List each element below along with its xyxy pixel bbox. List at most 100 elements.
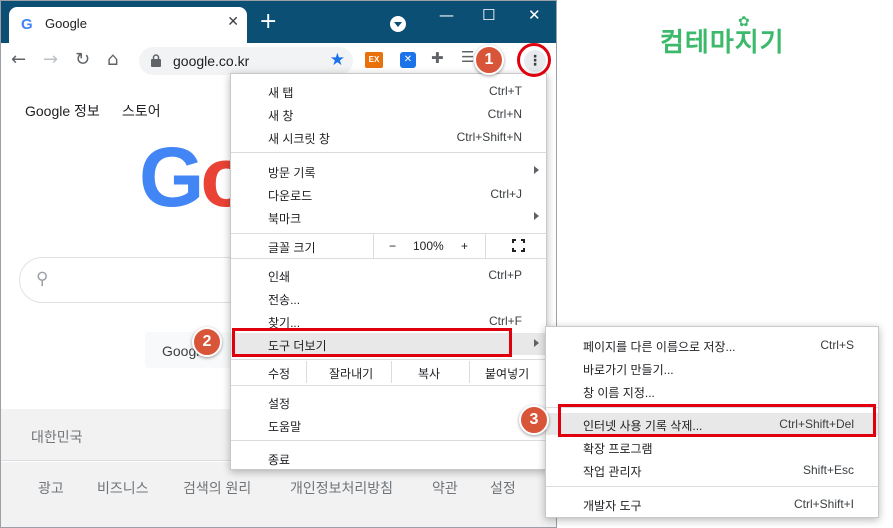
home-icon[interactable]: ⌂: [107, 49, 118, 70]
submenu-item-dev-tools[interactable]: 개발자 도구 Ctrl+Shift+I: [546, 493, 878, 515]
menu-shortcut: Ctrl+T: [489, 84, 522, 98]
menu-shortcut: Ctrl+N: [487, 107, 522, 121]
menu-label: 새 탭: [268, 86, 294, 100]
copy-button[interactable]: 복사: [418, 365, 440, 382]
maximize-button[interactable]: ☐: [482, 6, 495, 24]
extensions-puzzle-icon[interactable]: ✚: [431, 49, 444, 67]
menu-zoom-row: 글꼴 크기 − 100% +: [231, 234, 546, 258]
reload-icon[interactable]: ↻: [75, 49, 90, 70]
paste-button[interactable]: 붙여넣기: [485, 365, 529, 382]
submenu-arrow-icon: [534, 339, 539, 347]
menu-label: 새 창: [268, 109, 294, 123]
extension-ex-icon[interactable]: EX: [365, 52, 383, 68]
new-tab-button[interactable]: +: [259, 11, 277, 33]
kebab-highlight-circle: [517, 43, 551, 77]
cut-button[interactable]: 잘라내기: [329, 365, 373, 382]
menu-label: 작업 관리자: [583, 465, 642, 479]
menu-item-help[interactable]: 도움말: [231, 414, 546, 436]
footer-link-how-search-works[interactable]: 검색의 원리: [183, 478, 251, 498]
zoom-in-button[interactable]: +: [461, 239, 468, 253]
chrome-main-menu: 새 탭 Ctrl+T 새 창 Ctrl+N 새 시크릿 창 Ctrl+Shift…: [230, 73, 547, 470]
url-text: google.co.kr: [173, 53, 250, 69]
menu-label: 창 이름 지정...: [583, 386, 655, 400]
menu-item-new-window[interactable]: 새 창 Ctrl+N: [231, 103, 546, 125]
submenu-item-extensions[interactable]: 확장 프로그램: [546, 436, 878, 458]
watermark-logo: 컴테마지기 ✿: [660, 14, 785, 59]
country-label: 대한민국: [31, 429, 83, 445]
zoom-level: 100%: [413, 239, 444, 253]
edit-divider: [306, 361, 307, 383]
google-favicon-icon: G: [21, 16, 33, 33]
step-2-badge: 2: [192, 327, 222, 357]
store-link[interactable]: 스토어: [122, 101, 161, 121]
menu-label: 바로가기 만들기...: [583, 363, 674, 377]
menu-item-settings[interactable]: 설정: [231, 391, 546, 413]
menu-separator: [231, 152, 546, 153]
menu-label: 종료: [268, 453, 291, 467]
submenu-item-save-page[interactable]: 페이지를 다른 이름으로 저장... Ctrl+S: [546, 334, 878, 356]
footer-link-ads[interactable]: 광고: [38, 478, 64, 498]
minimize-button[interactable]: —: [439, 6, 454, 24]
step-1-badge: 1: [474, 45, 504, 75]
footer-link-settings[interactable]: 설정: [490, 478, 516, 498]
menu-item-exit[interactable]: 종료: [231, 447, 546, 469]
more-tools-highlight-box: [232, 328, 512, 357]
fullscreen-icon[interactable]: [512, 239, 525, 252]
extension-x-icon[interactable]: ✕: [400, 52, 416, 68]
zoom-divider: [485, 234, 486, 258]
submenu-item-create-shortcut[interactable]: 바로가기 만들기...: [546, 357, 878, 379]
tab-close-icon[interactable]: ✕: [227, 14, 239, 30]
reading-list-icon[interactable]: ☰: [461, 48, 474, 66]
submenu-item-task-manager[interactable]: 작업 관리자 Shift+Esc: [546, 459, 878, 481]
menu-item-new-tab[interactable]: 새 탭 Ctrl+T: [231, 80, 546, 102]
menu-label: 전송...: [268, 293, 301, 307]
about-google-link[interactable]: Google 정보: [25, 101, 100, 121]
tab-google[interactable]: G Google ✕: [9, 7, 247, 43]
menu-item-downloads[interactable]: 다운로드 Ctrl+J: [231, 183, 546, 205]
menu-label: 인쇄: [268, 270, 291, 284]
menu-separator: [546, 486, 878, 487]
submenu-item-name-window[interactable]: 창 이름 지정...: [546, 380, 878, 402]
menu-label: 개발자 도구: [583, 499, 642, 513]
menu-item-cast[interactable]: 전송...: [231, 287, 546, 309]
address-bar[interactable]: google.co.kr ★: [139, 47, 353, 75]
menu-label: 방문 기록: [268, 166, 316, 180]
search-icon: ⚲: [36, 269, 49, 289]
back-arrow-icon[interactable]: ←: [11, 49, 26, 70]
tab-search-icon[interactable]: [390, 16, 406, 32]
menu-item-new-incognito[interactable]: 새 시크릿 창 Ctrl+Shift+N: [231, 126, 546, 148]
footer-link-business[interactable]: 비즈니스: [97, 478, 149, 498]
edit-divider: [469, 361, 470, 383]
menu-label: 도움말: [268, 420, 302, 434]
submenu-arrow-icon: [534, 212, 539, 220]
menu-shortcut: Ctrl+S: [820, 338, 854, 352]
close-window-button[interactable]: ✕: [528, 6, 541, 24]
clear-browsing-highlight-box: [558, 404, 876, 437]
menu-shortcut: Ctrl+Shift+N: [456, 130, 522, 144]
zoom-out-button[interactable]: −: [389, 239, 396, 253]
watermark-text: 컴테마지기: [660, 28, 785, 58]
menu-item-history[interactable]: 방문 기록: [231, 160, 546, 182]
menu-separator: [231, 359, 546, 360]
menu-label: 새 시크릿 창: [268, 132, 330, 146]
menu-label: 북마크: [268, 212, 302, 226]
menu-item-print[interactable]: 인쇄 Ctrl+P: [231, 264, 546, 286]
menu-separator: [231, 385, 546, 386]
menu-label: 설정: [268, 397, 291, 411]
zoom-label: 글꼴 크기: [268, 241, 316, 255]
menu-shortcut: Ctrl+F: [489, 314, 522, 328]
bookmark-star-icon[interactable]: ★: [330, 50, 345, 70]
footer-link-privacy[interactable]: 개인정보처리방침: [290, 478, 393, 498]
lock-icon: [151, 54, 161, 67]
forward-arrow-icon[interactable]: →: [43, 49, 58, 70]
title-bar: G Google ✕ + — ☐ ✕: [1, 1, 556, 43]
menu-label: 다운로드: [268, 189, 313, 203]
menu-separator: [231, 258, 546, 259]
menu-item-bookmarks[interactable]: 북마크: [231, 206, 546, 228]
zoom-divider: [373, 234, 374, 258]
tab-title: Google: [45, 16, 87, 31]
menu-shortcut: Ctrl+Shift+I: [793, 497, 854, 511]
footer-link-terms[interactable]: 약관: [432, 478, 458, 498]
edit-divider: [391, 361, 392, 383]
menu-label: 확장 프로그램: [583, 442, 653, 456]
